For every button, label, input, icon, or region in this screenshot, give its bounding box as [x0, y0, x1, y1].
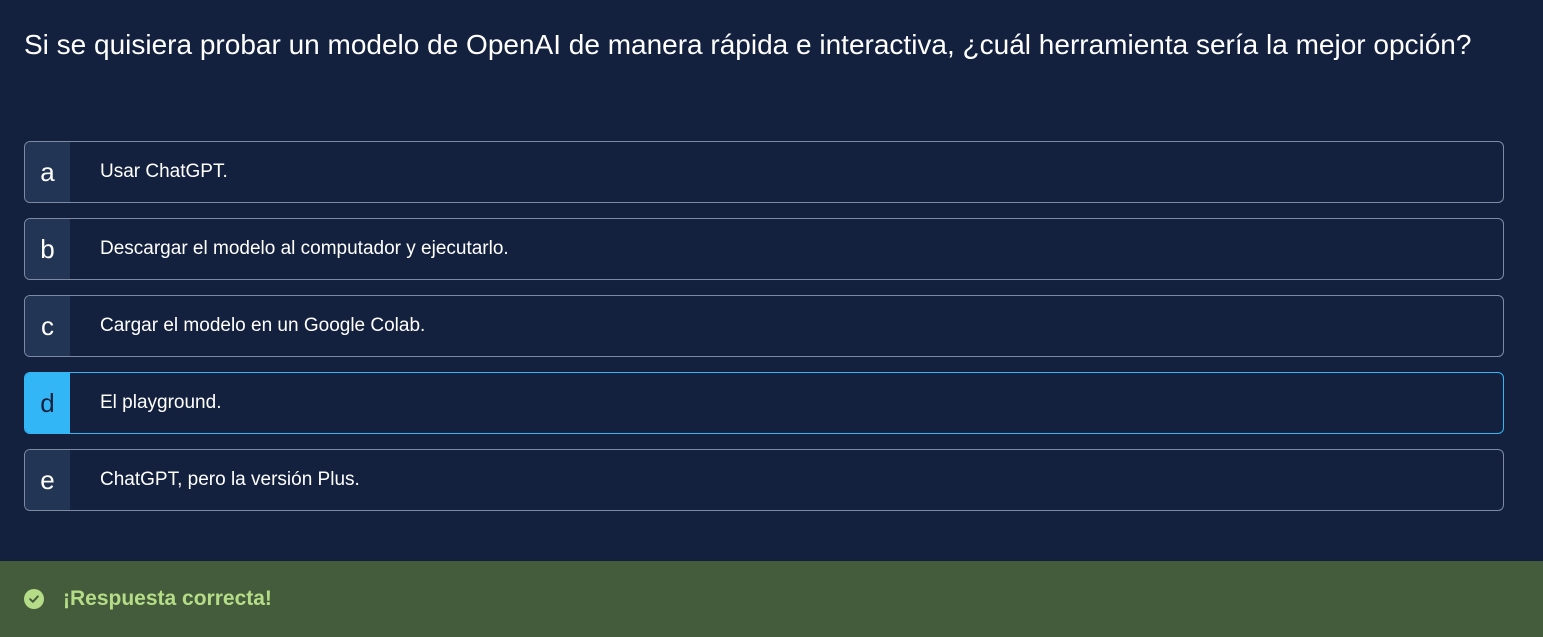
- option-label: Cargar el modelo en un Google Colab.: [100, 315, 426, 336]
- check-circle-icon: [24, 589, 44, 609]
- feedback-message: ¡Respuesta correcta!: [63, 587, 272, 610]
- option-e[interactable]: e ChatGPT, pero la versión Plus.: [24, 449, 1504, 511]
- option-letter: d: [25, 373, 70, 433]
- option-letter: b: [25, 219, 70, 279]
- quiz-page: Si se quisiera probar un modelo de OpenA…: [0, 0, 1543, 637]
- option-letter: e: [25, 450, 70, 510]
- option-c[interactable]: c Cargar el modelo en un Google Colab.: [24, 295, 1504, 357]
- option-letter: c: [25, 296, 70, 356]
- option-label: El playground.: [100, 392, 222, 413]
- question-text: Si se quisiera probar un modelo de OpenA…: [24, 29, 1472, 60]
- feedback-banner: ¡Respuesta correcta!: [0, 561, 1543, 637]
- option-d[interactable]: d El playground.: [24, 372, 1504, 434]
- option-label: Usar ChatGPT.: [100, 161, 228, 182]
- options-list: a Usar ChatGPT. b Descargar el modelo al…: [24, 141, 1504, 526]
- option-label: Descargar el modelo al computador y ejec…: [100, 238, 509, 259]
- option-a[interactable]: a Usar ChatGPT.: [24, 141, 1504, 203]
- option-label: ChatGPT, pero la versión Plus.: [100, 469, 360, 490]
- option-b[interactable]: b Descargar el modelo al computador y ej…: [24, 218, 1504, 280]
- option-letter: a: [25, 142, 70, 202]
